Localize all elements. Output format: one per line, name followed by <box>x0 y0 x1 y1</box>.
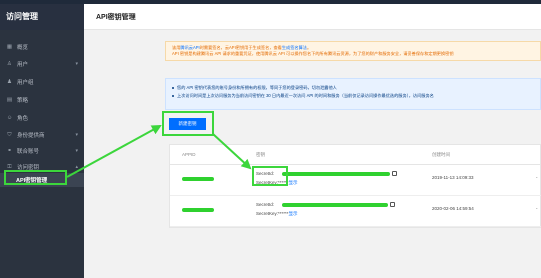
redacted-secret-id <box>282 172 390 176</box>
table-row: SecretId: SecretKey:******显示 2019-11-13 … <box>170 165 541 196</box>
sidebar-item-identity-providers[interactable]: ⛉ 身份提供商 ▾ <box>0 128 84 142</box>
table-header: APPID 密钥 创建时间 <box>170 145 541 165</box>
sidebar-title: 访问管理 <box>0 4 84 30</box>
sidebar-item-label: 用户组 <box>17 80 34 86</box>
bullet-icon <box>172 86 174 89</box>
secret-key-field: SecretKey:******显示 <box>256 211 298 216</box>
new-key-button[interactable]: 新建密钥 <box>169 118 206 130</box>
federated-account-icon: ⚭ <box>7 148 12 154</box>
warning-banner: 该用腾讯云API时需要签名，云API密钥用于生成签名，查看生成签名算法。 API… <box>165 41 541 61</box>
bullet-icon <box>172 94 174 97</box>
sidebar-item-user-groups[interactable]: ♟ 用户组 <box>0 75 84 89</box>
table-row: SecretId: SecretKey:******显示 2020-02-06 … <box>170 196 541 227</box>
user-group-icon: ♟ <box>7 79 12 85</box>
role-icon: ☺ <box>6 115 13 121</box>
sidebar-item-label: 联合账号 <box>17 149 40 155</box>
row-action: - <box>536 175 538 180</box>
sidebar-item-roles[interactable]: ☺ 角色 <box>0 111 84 125</box>
annotation-highlight-secret <box>252 166 288 186</box>
info-banner: 您的 API 密钥代表您的账号身份和所拥有的权限，等同于您的登录密码，切勿泄露他… <box>165 78 541 110</box>
redacted-appid <box>182 177 214 181</box>
secret-id-label: SecretId: <box>256 202 275 207</box>
grid-icon: ▦ <box>6 44 13 50</box>
sidebar-item-label: 概览 <box>17 45 29 51</box>
info-line-2: 上次访问时间是上次访问服务为当前访问密钥在 30 日内最近一次访问 API 的时… <box>172 92 534 100</box>
chevron-down-icon: ▾ <box>75 132 78 138</box>
show-secret-key-link[interactable]: 显示 <box>289 211 298 216</box>
warning-line-2: API 密钥是构建腾讯云 API 请求的重要凭证，使用腾讯云 API 可以操作您… <box>172 51 454 56</box>
page-title: API密钥管理 <box>96 14 136 21</box>
info-line-1: 您的 API 密钥代表您的账号身份和所拥有的权限，等同于您的登录密码，切勿泄露他… <box>172 84 534 92</box>
identity-provider-icon: ⛉ <box>7 131 12 138</box>
tencent-cloud-api-link[interactable]: 腾讯云API <box>180 45 199 50</box>
policy-icon: ▤ <box>6 97 13 103</box>
chevron-up-icon: ▴ <box>75 164 78 170</box>
user-icon: ♙ <box>7 61 12 67</box>
annotation-highlight-sidebar <box>4 170 67 185</box>
sidebar-item-policies[interactable]: ▤ 策略 <box>0 93 84 107</box>
sidebar-item-overview[interactable]: ▦ 概览 <box>0 40 84 54</box>
signature-algorithm-link[interactable]: 生成签名算法 <box>282 45 307 50</box>
sidebar-item-label: 用户 <box>17 62 29 68</box>
main-header: API密钥管理 <box>84 4 541 30</box>
show-secret-key-link[interactable]: 显示 <box>289 180 298 185</box>
sidebar-item-users[interactable]: ♙ 用户 ▾ <box>0 57 84 71</box>
sidebar-item-label: 策略 <box>17 98 29 104</box>
copy-icon[interactable] <box>392 171 397 176</box>
api-key-table: APPID 密钥 创建时间 SecretId: SecretKey:******… <box>169 144 541 228</box>
created-time: 2020-02-06 14:59:54 <box>432 206 474 211</box>
redacted-secret-id <box>282 203 388 207</box>
created-time: 2019-11-13 14:09:33 <box>432 175 474 180</box>
sidebar-item-federated-accounts[interactable]: ⚭ 联合账号 ▾ <box>0 144 84 158</box>
column-header-created: 创建时间 <box>432 152 450 157</box>
row-action: - <box>536 206 538 211</box>
column-header-appid: APPID <box>182 152 196 157</box>
copy-icon[interactable] <box>390 202 395 207</box>
redacted-appid <box>182 208 214 212</box>
chevron-down-icon: ▾ <box>75 148 78 154</box>
sidebar-item-label: 角色 <box>17 116 29 122</box>
sidebar-item-label: 身份提供商 <box>17 133 45 139</box>
column-header-key: 密钥 <box>256 152 265 157</box>
chevron-down-icon: ▾ <box>75 61 78 67</box>
sidebar: 访问管理 ▦ 概览 ♙ 用户 ▾ ♟ 用户组 ▤ 策略 ☺ 角色 ⛉ 身份提供商… <box>0 4 84 278</box>
